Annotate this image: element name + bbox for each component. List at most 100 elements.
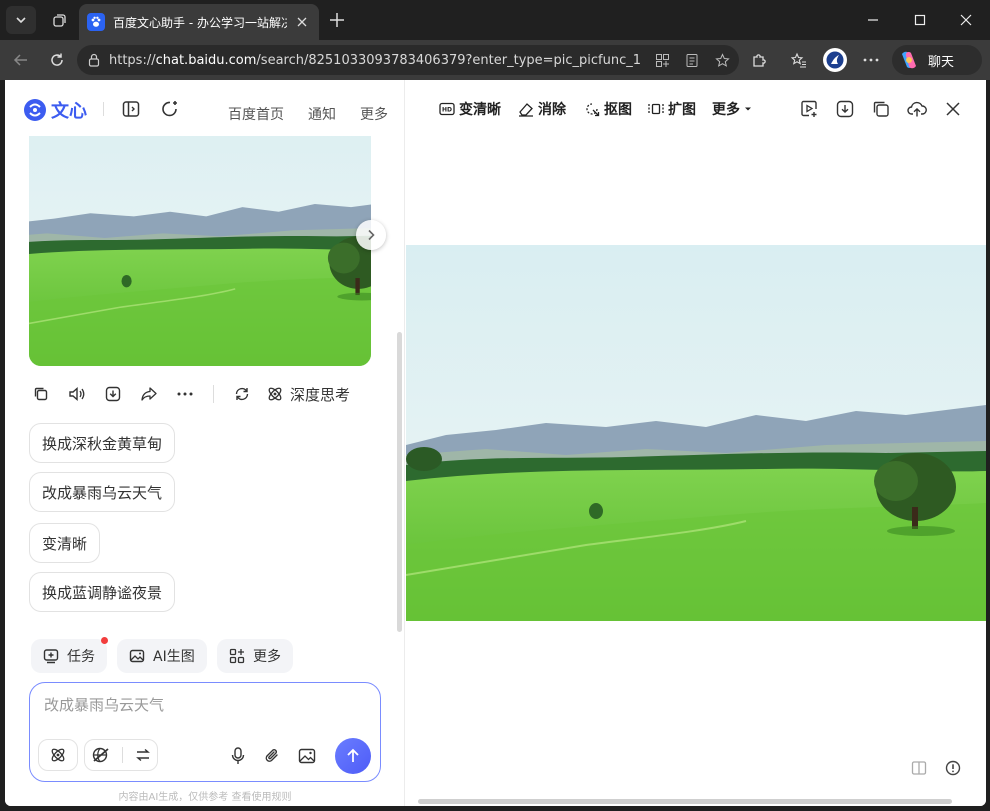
- viewer-more-button[interactable]: 更多: [712, 98, 752, 120]
- reader-mode-icon[interactable]: [681, 49, 703, 71]
- actions-divider: [213, 385, 214, 403]
- baidu-home-link[interactable]: 百度首页: [228, 104, 284, 124]
- cutout-button[interactable]: 抠图: [584, 98, 632, 120]
- suggestion-chip-storm[interactable]: 改成暴雨乌云天气: [29, 472, 176, 512]
- viewer-download-button[interactable]: [834, 98, 856, 120]
- tasks-label: 任务: [67, 649, 95, 665]
- info-button[interactable]: [942, 757, 964, 779]
- enhance-button[interactable]: HD 变清晰: [439, 98, 501, 120]
- viewer-close-button[interactable]: [942, 98, 964, 120]
- cloud-upload-icon: [907, 101, 927, 117]
- speaker-icon: [69, 386, 85, 402]
- profile-button[interactable]: [820, 46, 850, 74]
- more-actions-button[interactable]: [173, 382, 197, 406]
- expand-button[interactable]: 扩图: [648, 98, 696, 120]
- next-image-button[interactable]: [356, 220, 386, 250]
- preview-image[interactable]: [406, 245, 986, 621]
- more-link[interactable]: 更多: [360, 104, 388, 124]
- generated-image-thumbnail[interactable]: [29, 136, 371, 366]
- svg-text:HD: HD: [442, 107, 452, 114]
- regenerate-button[interactable]: [230, 382, 254, 406]
- web-search-toggle[interactable]: [84, 739, 158, 771]
- deep-think-toggle[interactable]: [38, 739, 78, 771]
- new-chat-button[interactable]: [160, 99, 180, 119]
- expand-label: 扩图: [668, 102, 696, 118]
- suggestion-chip-night[interactable]: 换成蓝调静谧夜景: [29, 572, 176, 612]
- tasks-button[interactable]: 任务: [31, 639, 107, 673]
- favorites-button[interactable]: [784, 46, 814, 74]
- active-tab[interactable]: 百度文心助手 - 办公学习一站解决: [79, 4, 319, 40]
- copy-button[interactable]: [29, 382, 53, 406]
- url-domain: chat.baidu.com: [155, 52, 257, 68]
- tasks-notification-dot: [101, 637, 108, 644]
- chat-input[interactable]: [44, 693, 364, 717]
- page-viewport: 文心 百度首页 通知 更多 深度思考 换成深秋金黄草甸 改成暴雨乌云天气 变清晰…: [5, 80, 986, 806]
- viewer-more-label: 更多: [712, 102, 740, 118]
- globe-off-icon: [92, 747, 109, 763]
- viewer-horizontal-scrollbar[interactable]: [418, 799, 952, 804]
- viewer-upload-button[interactable]: [906, 98, 928, 120]
- notifications-link[interactable]: 通知: [308, 104, 336, 124]
- toggle-sidebar-button[interactable]: [121, 99, 141, 119]
- sidebar-icon: [122, 101, 140, 117]
- back-button[interactable]: [6, 46, 36, 74]
- more-tools-button[interactable]: 更多: [217, 639, 293, 673]
- more-tools-label: 更多: [253, 649, 281, 665]
- chat-scrollbar[interactable]: [397, 332, 402, 632]
- info-icon: [945, 760, 961, 776]
- workspaces-button[interactable]: [44, 6, 74, 34]
- settings-more-button[interactable]: [856, 46, 886, 74]
- window-close-button[interactable]: [943, 0, 989, 40]
- download-icon: [836, 100, 854, 118]
- image-viewer: HD 变清晰 消除 抠图 扩图 更多: [406, 80, 986, 806]
- new-chat-icon: [162, 101, 177, 117]
- erase-button[interactable]: 消除: [518, 98, 566, 120]
- cutout-icon: [586, 103, 600, 117]
- play-box-icon: [801, 100, 817, 117]
- ai-image-button[interactable]: AI生图: [117, 639, 207, 673]
- url-field[interactable]: https://chat.baidu.com/search/8251033093…: [77, 45, 739, 75]
- tab-close-button[interactable]: [293, 13, 311, 31]
- tab-bar: 百度文心助手 - 办公学习一站解决: [0, 0, 990, 40]
- baidu-paw-icon: [87, 13, 105, 31]
- more-horizontal-icon: [863, 58, 879, 62]
- voice-input-button[interactable]: [227, 745, 249, 767]
- compare-button[interactable]: [908, 757, 930, 779]
- viewer-copy-button[interactable]: [870, 98, 892, 120]
- slideshow-button[interactable]: [798, 98, 820, 120]
- read-aloud-button[interactable]: [65, 382, 89, 406]
- share-button[interactable]: [137, 382, 161, 406]
- tab-list-button[interactable]: [6, 6, 36, 34]
- puzzle-icon: [753, 54, 766, 67]
- more-horizontal-icon: [177, 392, 193, 396]
- copilot-chat-button[interactable]: 聊天: [892, 45, 982, 75]
- wenxin-logo[interactable]: 文心: [23, 97, 87, 123]
- close-icon: [946, 102, 960, 116]
- refresh-button[interactable]: [42, 46, 72, 74]
- maximize-button[interactable]: [897, 0, 943, 40]
- upload-image-button[interactable]: [296, 745, 318, 767]
- deep-think-button[interactable]: 深度思考: [266, 384, 350, 405]
- close-icon: [960, 14, 972, 26]
- suggestion-chip-autumn[interactable]: 换成深秋金黄草甸: [29, 423, 176, 463]
- regenerate-icon: [235, 387, 249, 401]
- tab-title: 百度文心助手 - 办公学习一站解决: [113, 15, 287, 30]
- favorite-star-icon[interactable]: [711, 49, 733, 71]
- hd-icon: HD: [439, 102, 455, 116]
- attach-file-button[interactable]: [261, 745, 283, 767]
- download-button[interactable]: [101, 382, 125, 406]
- chat-input-box: [29, 682, 381, 782]
- swap-icon: [136, 748, 151, 762]
- chat-header: 文心 百度首页 通知 更多: [5, 80, 405, 136]
- download-icon: [105, 386, 121, 402]
- minimize-button[interactable]: [850, 0, 896, 40]
- image-icon: [129, 649, 145, 663]
- send-button[interactable]: [335, 738, 371, 774]
- header-divider: [103, 102, 104, 116]
- suggestion-chip-clarify[interactable]: 变清晰: [29, 523, 101, 563]
- new-tab-button[interactable]: [322, 6, 352, 34]
- lock-icon[interactable]: [87, 53, 101, 67]
- app-available-icon[interactable]: [651, 49, 673, 71]
- extensions-button[interactable]: [744, 46, 774, 74]
- image-icon: [298, 748, 316, 764]
